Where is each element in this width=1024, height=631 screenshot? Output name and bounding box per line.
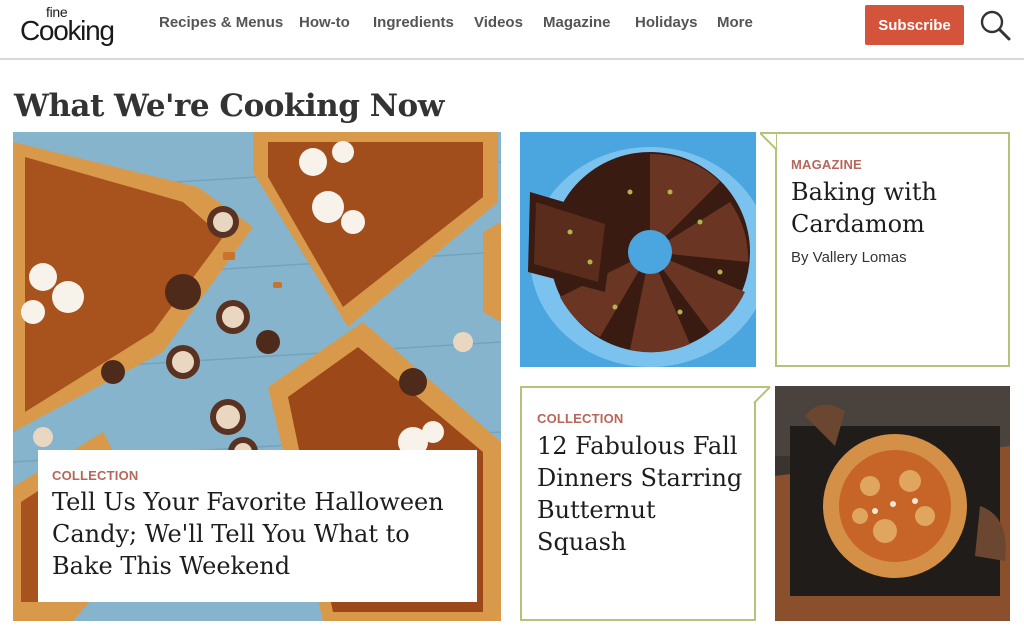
feature-card-title[interactable]: Tell Us Your Favorite Halloween Candy; W… — [52, 486, 467, 582]
nav-videos[interactable]: Videos — [474, 14, 523, 34]
magazine-card-title[interactable]: Baking with Cardamom — [791, 176, 996, 240]
site-header: fine Cooking Recipes & Menus How-to Ingr… — [0, 0, 1024, 60]
logo-main-text: Cooking — [20, 15, 115, 46]
subscribe-button[interactable]: Subscribe — [865, 5, 964, 45]
bundt-cake-image[interactable] — [520, 132, 756, 367]
magazine-card-notch — [760, 132, 778, 151]
feature-card-label: COLLECTION — [52, 468, 139, 483]
collection-card[interactable]: COLLECTION 12 Fabulous Fall Dinners Star… — [520, 386, 756, 621]
nav-ingredients[interactable]: Ingredients — [373, 14, 454, 34]
nav-holidays[interactable]: Holidays — [635, 14, 698, 34]
magazine-card-label: MAGAZINE — [791, 157, 862, 172]
collection-card-label: COLLECTION — [537, 411, 624, 426]
section-title: What We're Cooking Now — [14, 88, 444, 124]
magazine-card-byline: By Vallery Lomas — [791, 249, 907, 266]
collection-card-title[interactable]: 12 Fabulous Fall Dinners Starring Butter… — [537, 430, 747, 558]
nav-magazine[interactable]: Magazine — [543, 14, 611, 34]
nav-recipes-menus[interactable]: Recipes & Menus — [159, 14, 283, 34]
nav-how-to[interactable]: How-to — [299, 14, 350, 34]
search-icon[interactable] — [978, 8, 1012, 42]
collection-card-notch — [753, 386, 771, 404]
feature-card[interactable]: COLLECTION Tell Us Your Favorite Hallowe… — [38, 450, 477, 602]
galette-image[interactable] — [775, 386, 1010, 621]
site-logo[interactable]: fine Cooking — [20, 4, 130, 48]
magazine-card[interactable]: MAGAZINE Baking with Cardamom By Vallery… — [775, 132, 1010, 367]
nav-more[interactable]: More — [717, 14, 753, 34]
